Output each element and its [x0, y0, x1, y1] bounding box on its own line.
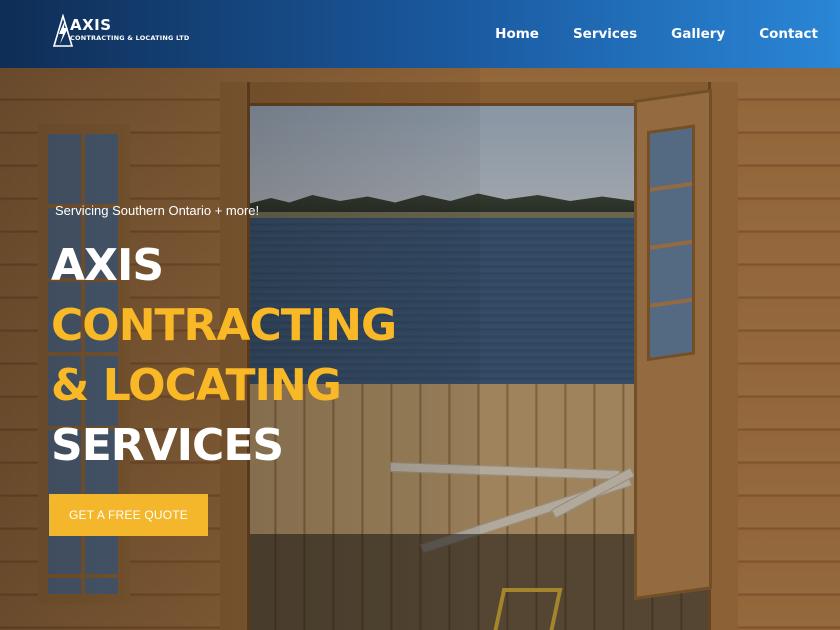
nav-gallery[interactable]: Gallery	[671, 26, 725, 42]
hero-tagline: Servicing Southern Ontario + more!	[55, 203, 260, 218]
logo-title: AXIS	[70, 16, 112, 34]
get-free-quote-button[interactable]: GET A FREE QUOTE	[49, 494, 208, 536]
headline-line-4: SERVICES	[51, 420, 284, 471]
headline-line-3: & LOCATING	[51, 360, 342, 411]
site-logo[interactable]: AXIS CONTRACTING & LOCATING LTD	[52, 14, 212, 54]
hero-headline: AXIS CONTRACTING & LOCATING SERVICES	[51, 236, 397, 476]
nav-services[interactable]: Services	[573, 26, 637, 42]
site-header: AXIS CONTRACTING & LOCATING LTD Home Ser…	[0, 0, 840, 68]
main-nav: Home Services Gallery Contact	[461, 0, 818, 68]
nav-home[interactable]: Home	[495, 26, 539, 42]
headline-line-2: CONTRACTING	[51, 300, 397, 351]
nav-contact[interactable]: Contact	[759, 26, 818, 42]
headline-line-1: AXIS	[51, 240, 164, 291]
logo-subtitle: CONTRACTING & LOCATING LTD	[70, 34, 190, 42]
